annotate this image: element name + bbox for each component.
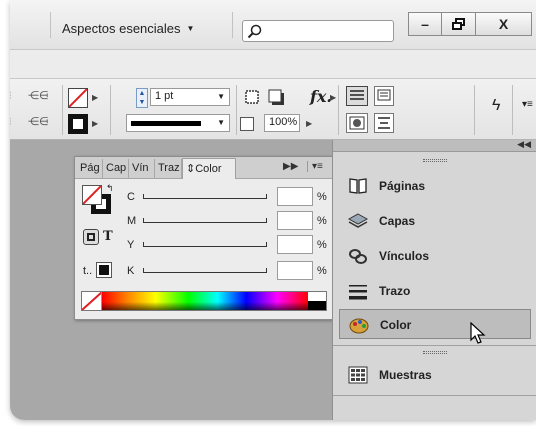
separator [62, 85, 63, 135]
restore-icon [451, 18, 465, 30]
distribute-icon[interactable]: ⋲⋳ [28, 115, 49, 128]
fill-stroke-proxy[interactable]: ↰ [82, 183, 114, 215]
window-controls: – X [408, 12, 532, 36]
reference-point-icon[interactable]: ⁝ [10, 89, 12, 102]
magenta-slider[interactable] [143, 218, 267, 223]
magenta-value-field[interactable] [277, 211, 313, 230]
stroke-weight-field[interactable]: 1 pt ▼ [150, 88, 230, 106]
chevron-right-icon[interactable]: ▶ [306, 119, 312, 128]
container-format-button[interactable] [83, 229, 99, 245]
workspace-label: Aspectos esenciales [62, 21, 181, 36]
drag-grip[interactable] [423, 351, 447, 354]
minimize-button[interactable]: – [408, 12, 442, 36]
distribute-icon[interactable]: ⋲⋳ [28, 89, 49, 102]
separator [512, 85, 513, 135]
panel-dock: ◀◀ Páginas Capas Vínculos Trazo Color Mu… [332, 139, 536, 420]
dock-item-color[interactable]: Color [339, 309, 531, 339]
sort-icon: ⇕ [186, 163, 196, 175]
restore-button[interactable] [442, 12, 476, 36]
stroke-swatch-button[interactable] [68, 114, 88, 134]
separator [474, 85, 475, 135]
black-value-field[interactable] [277, 261, 313, 280]
swap-icon[interactable]: ↰ [106, 183, 114, 194]
expand-icon[interactable]: ▶▶ [283, 161, 298, 172]
workspace-switcher[interactable]: Aspectos esenciales ▼ [62, 21, 194, 36]
chevron-down-icon: ▼ [186, 24, 195, 33]
dock-item-vinculos[interactable]: Vínculos [339, 241, 531, 271]
tint-label[interactable]: t.. [83, 265, 92, 277]
tab-trazo[interactable]: Traz [155, 159, 182, 178]
solid-stroke-preview [131, 121, 201, 126]
separator [50, 12, 51, 38]
none-color-icon[interactable] [82, 292, 102, 310]
divider [333, 345, 536, 346]
collapse-dock-icon[interactable]: ◀◀ [517, 139, 531, 150]
dock-item-muestras[interactable]: Muestras [339, 360, 531, 390]
panel-menu-icon[interactable]: ▾≡ [522, 99, 533, 110]
white-black-swatches[interactable] [308, 292, 326, 310]
fill-proxy[interactable] [82, 185, 102, 205]
mouse-cursor-icon [470, 322, 486, 344]
application-bar: Aspectos esenciales ▼ – X [10, 0, 536, 50]
align-center-icon[interactable] [346, 113, 368, 133]
stroke-icon [349, 285, 367, 300]
scale-percent-field[interactable]: 100% [264, 114, 300, 132]
dock-item-trazo[interactable]: Trazo [339, 276, 531, 306]
effects-icon[interactable]: fx. [310, 87, 332, 106]
align-frame-icon[interactable] [374, 86, 394, 106]
links-icon [349, 249, 367, 264]
tab-color[interactable]: ⇕Color [182, 158, 236, 179]
scale-icon [240, 117, 254, 131]
chevron-down-icon: ▼ [217, 92, 225, 101]
drop-shadow-icon[interactable] [268, 89, 286, 107]
drag-grip[interactable] [423, 159, 447, 162]
dock-item-paginas[interactable]: Páginas [339, 171, 531, 201]
yellow-slider[interactable] [143, 242, 267, 247]
tab-capas[interactable]: Cap [103, 159, 129, 178]
tab-paginas[interactable]: Pág [77, 159, 103, 178]
tab-vinculos[interactable]: Vín [129, 159, 155, 178]
quick-apply-icon[interactable]: ϟ [492, 97, 500, 115]
separator [236, 85, 237, 135]
align-left-text-icon[interactable] [346, 86, 368, 106]
spectrum-gradient[interactable] [102, 292, 308, 310]
chevron-right-icon[interactable]: ▶ [92, 119, 98, 128]
reference-point-icon[interactable]: ⁝ [10, 115, 12, 128]
app-window: Aspectos esenciales ▼ – X ⁝ ⋲⋳ ⁝ ⋲⋳ [10, 0, 536, 420]
close-button[interactable]: X [476, 12, 532, 36]
color-palette-icon [349, 318, 369, 334]
none-color-icon [83, 186, 101, 204]
none-color-icon [68, 88, 88, 108]
yellow-value-field[interactable] [277, 235, 313, 254]
swatches-icon [348, 366, 368, 384]
fill-swatch-button[interactable] [68, 88, 88, 108]
separator [110, 85, 111, 135]
layers-icon [347, 213, 369, 228]
chevron-right-icon[interactable]: ▶ [92, 93, 98, 102]
separator [338, 85, 339, 135]
align-bottom-icon[interactable] [374, 113, 394, 133]
cyan-value-field[interactable] [277, 187, 313, 206]
cyan-slider[interactable] [143, 194, 267, 199]
black-slider[interactable] [143, 268, 267, 273]
stroke-type-select[interactable]: ▼ [126, 114, 230, 132]
separator [232, 12, 233, 38]
text-format-button[interactable]: T [103, 229, 113, 244]
search-input[interactable] [242, 20, 394, 42]
dock-item-capas[interactable]: Capas [339, 206, 531, 236]
control-panel: ⁝ ⋲⋳ ⁝ ⋲⋳ ▶ ▶ ▲▼ 1 pt▼ ▼ fx. ▶ 100% ▶ [10, 78, 536, 140]
pages-icon [349, 178, 367, 194]
panel-tabs: Pág Cap Vín Traz ⇕Color ▶▶ ▾≡ [75, 157, 335, 179]
last-color-swatch[interactable] [96, 262, 112, 278]
search-icon [247, 24, 262, 39]
color-ramp[interactable] [81, 291, 327, 311]
stroke-weight-stepper[interactable]: ▲ ▼ [136, 88, 148, 108]
chevron-right-icon[interactable]: ▶ [330, 93, 336, 102]
corner-options-icon[interactable] [244, 89, 262, 107]
divider [333, 395, 536, 396]
chevron-down-icon: ▼ [217, 118, 225, 127]
color-panel: Pág Cap Vín Traz ⇕Color ▶▶ ▾≡ ↰ T t.. C [74, 156, 336, 320]
panel-menu-icon[interactable]: ▾≡ [307, 161, 323, 172]
dock-header: ◀◀ [333, 139, 536, 152]
